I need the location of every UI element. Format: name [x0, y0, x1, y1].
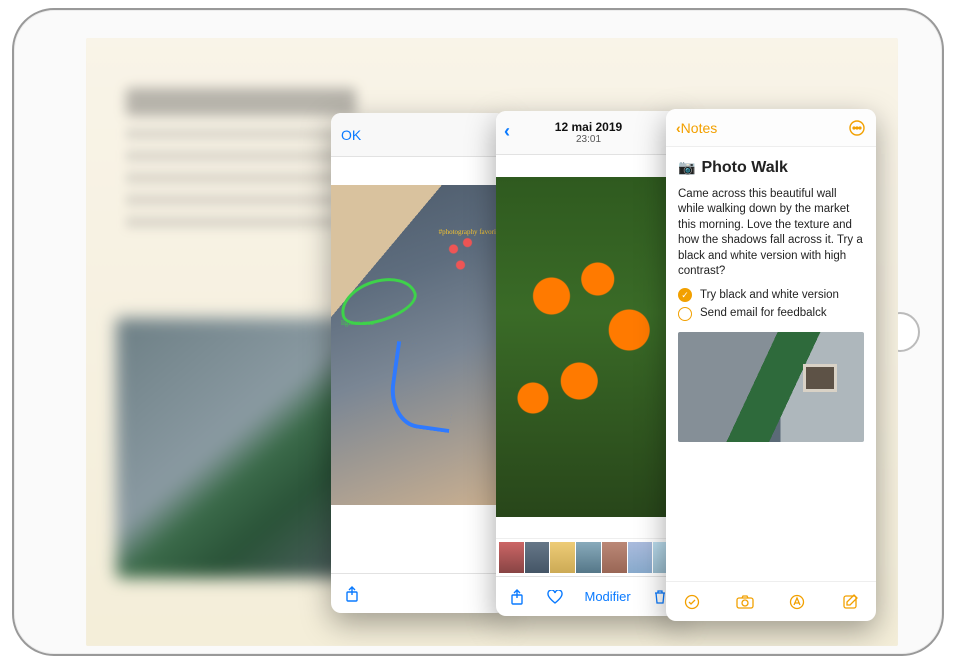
check-label: Try black and white version — [700, 288, 839, 304]
mail-toolbar — [331, 573, 506, 613]
checklist-item: Send email for feedbalck — [678, 306, 864, 322]
ipad-bezel: Mail OK #photography favorite lighten ar… — [12, 8, 944, 656]
slide-over-switcher[interactable]: Mail OK #photography favorite lighten ar… — [331, 83, 891, 603]
check-label: Send email for feedbalck — [700, 306, 827, 322]
camera-icon[interactable] — [736, 593, 754, 611]
note-attached-image[interactable] — [678, 332, 864, 442]
checkbox-checked-icon[interactable]: ✓ — [678, 288, 692, 302]
photos-toolbar: Modifier — [496, 576, 681, 616]
note-paragraph: Came across this beautiful wall while wa… — [678, 187, 864, 280]
notes-back-button[interactable]: ‹Notes — [676, 120, 717, 136]
share-icon[interactable] — [508, 588, 526, 606]
ipad-screen: Mail OK #photography favorite lighten ar… — [86, 38, 898, 646]
share-icon[interactable] — [343, 585, 361, 603]
thumb[interactable] — [602, 542, 627, 573]
mail-annotated-image[interactable]: #photography favorite lighten area — [331, 185, 506, 505]
notes-toolbar — [666, 581, 876, 621]
thumb[interactable] — [550, 542, 575, 573]
favorite-icon[interactable] — [546, 588, 564, 606]
more-icon[interactable] — [848, 119, 866, 137]
photos-back-button[interactable]: ‹ — [504, 121, 510, 142]
checklist-icon[interactable] — [683, 593, 701, 611]
checklist-item: ✓ Try black and white version — [678, 288, 864, 304]
compose-icon[interactable] — [841, 593, 859, 611]
checkbox-unchecked-icon[interactable] — [678, 307, 692, 321]
photo-time: 23:01 — [576, 134, 601, 145]
annotation-yellow: #photography favorite — [439, 229, 501, 237]
photo-thumbnail-strip[interactable] — [496, 538, 681, 576]
notes-card[interactable]: Notes ‹Notes 📷 Photo Walk Came across — [666, 109, 876, 621]
markup-icon[interactable] — [788, 593, 806, 611]
camera-icon: 📷 — [678, 158, 695, 177]
thumb[interactable] — [525, 542, 550, 573]
thumb[interactable] — [628, 542, 653, 573]
notes-body[interactable]: 📷 Photo Walk Came across this beautiful … — [666, 147, 876, 581]
modify-button[interactable]: Modifier — [585, 589, 631, 604]
mail-card[interactable]: Mail OK #photography favorite lighten ar… — [331, 113, 506, 613]
photos-body — [496, 155, 681, 538]
mail-body: #photography favorite lighten area — [331, 157, 506, 573]
annotation-green: lighten area — [341, 320, 374, 327]
note-title: Photo Walk — [701, 157, 788, 179]
mail-ok-button[interactable]: OK — [341, 127, 361, 143]
photos-header: ‹ 12 mai 2019 23:01 — [496, 111, 681, 155]
mail-header: OK — [331, 113, 506, 157]
photos-card[interactable]: Photos ‹ 12 mai 2019 23:01 — [496, 111, 681, 616]
checklist: ✓ Try black and white version Send email… — [678, 288, 864, 322]
notes-header: ‹Notes — [666, 109, 876, 147]
thumb[interactable] — [576, 542, 601, 573]
photo-preview[interactable] — [496, 177, 681, 517]
thumb[interactable] — [499, 542, 524, 573]
photo-date: 12 mai 2019 — [555, 120, 622, 134]
